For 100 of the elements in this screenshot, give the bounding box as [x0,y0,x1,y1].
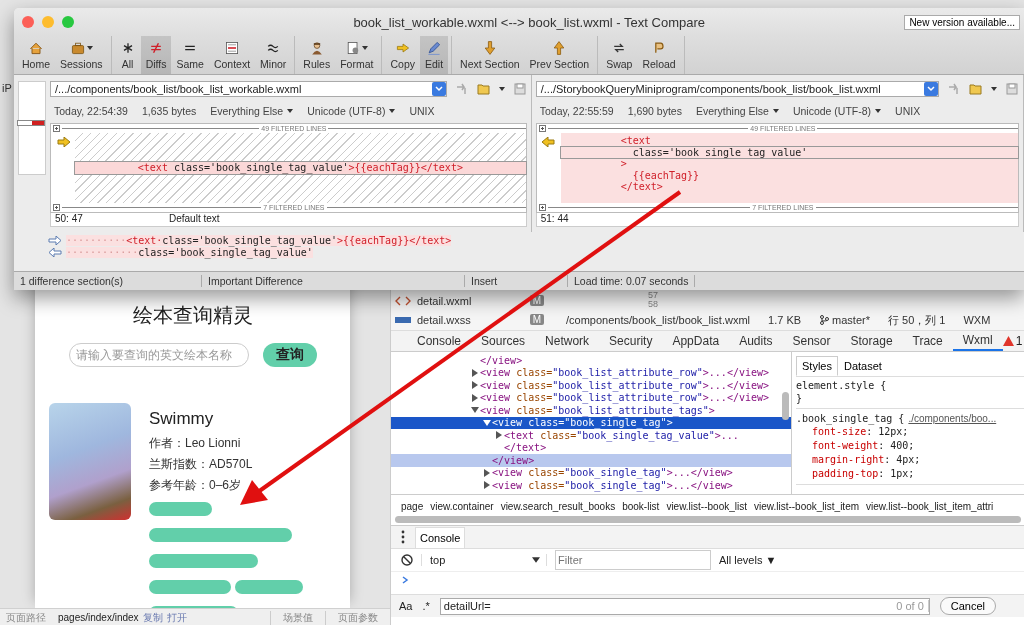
warning-icon[interactable] [1002,336,1014,346]
dropdown-icon[interactable] [924,82,938,96]
dom-tree-row[interactable]: <view class="book_single_tag"> [391,416,791,429]
css-declaration[interactable]: font-size: 12px; [796,425,1024,439]
code-brackets-icon [395,295,411,306]
css-declaration[interactable]: font-weight: 400; [796,439,1024,453]
folder-icon[interactable] [969,82,983,96]
expanded-triangle-icon[interactable] [483,418,491,427]
breadcrumb-item[interactable]: book-list [622,501,660,512]
toolbar-button[interactable]: Prev Section [524,36,595,74]
toolbar-button[interactable]: Minor [255,36,292,74]
collapsed-triangle-icon[interactable] [471,368,479,377]
collapsed-triangle-icon[interactable] [471,393,479,402]
format-dropdown[interactable]: Everything Else [210,105,294,117]
footer-link[interactable]: 复制 [142,610,163,625]
toolbar-button[interactable]: Sessions [55,36,108,74]
encoding-dropdown[interactable]: Unicode (UTF-8) [792,105,882,117]
dom-tree-row[interactable]: </text> [391,441,791,454]
clear-icon[interactable] [401,554,413,566]
source-link[interactable]: ./components/boo... [908,413,997,424]
more-icon[interactable] [401,530,405,544]
dom-tree-row[interactable]: <view class="book_single_tag">...</view> [391,466,791,479]
console-tab[interactable]: Console [415,526,466,548]
cancel-button[interactable]: Cancel [939,597,997,615]
expand-icon[interactable] [538,125,546,132]
warning-count[interactable]: 1 [1015,334,1023,348]
css-declaration[interactable]: padding-top: 1px; [796,467,1024,481]
toolbar-button[interactable]: Diffs [140,36,172,74]
dropdown-icon[interactable] [431,82,446,96]
devtools-tab[interactable]: Storage [840,331,903,351]
breadcrumb-item[interactable]: view.list--book_list_item_attri [866,501,994,512]
dom-tree-row[interactable]: <view class="book_list_attribute_tags"> [391,404,791,417]
toolbar-button[interactable]: Home [17,36,55,74]
breadcrumb-item[interactable]: view.list--book_list_item [754,501,860,512]
devtools-tab[interactable]: Audits [729,331,783,351]
dom-tree-row[interactable]: <text class="book_single_tag_value">... [391,429,791,442]
dom-tree-row[interactable]: </view> [391,454,791,467]
breadcrumb-item[interactable]: page [401,501,424,512]
filter-field[interactable]: Filter [555,550,711,570]
devtools-tab[interactable]: Sources [471,331,536,351]
file-type-icon [395,314,411,325]
format-dropdown[interactable]: Everything Else [695,105,779,117]
devtools-tab[interactable]: Trace [902,331,953,351]
tag-pill [149,502,212,516]
dom-tree-row[interactable]: <view class="book_single_tag">...</view> [391,479,791,492]
update-button[interactable]: New version available... [904,14,1020,30]
search-button[interactable]: 查询 [262,343,317,367]
scrollbar-thumb[interactable] [782,392,789,420]
match-case-toggle[interactable]: Aa [399,600,413,612]
file-name[interactable]: detail.wxml [417,294,472,307]
encoding-dropdown[interactable]: Unicode (UTF-8) [307,105,396,117]
devtools-tab[interactable]: Console [407,331,472,351]
expand-icon[interactable] [53,125,60,132]
expanded-triangle-icon[interactable] [471,406,479,415]
file-path-field[interactable]: /.../components/book_list/book_list_workable.wxml [50,81,447,97]
breadcrumb-item[interactable]: view.container [430,501,494,512]
styles-tab[interactable]: Dataset [837,356,888,376]
caret-icon [875,109,882,113]
dom-tree-row[interactable]: </view> [391,354,791,367]
toolbar-button[interactable]: Reload [637,36,681,74]
expand-icon[interactable] [538,204,546,211]
collapsed-triangle-icon[interactable] [483,481,491,490]
file-path-field[interactable]: /.../StorybookQueryMiniprogram/components/book_list/book_list.wxml [535,81,939,97]
toolbar-button[interactable]: Edit [419,36,449,74]
levels-dropdown[interactable]: All levels ▼ [719,554,777,566]
toolbar-button[interactable]: Next Section [455,36,525,74]
breadcrumb-item[interactable]: view.search_result_books [500,501,616,512]
devtools-tab[interactable]: Network [535,331,600,351]
toolbar-button[interactable]: Swap [601,36,638,74]
dom-tree-row[interactable]: <view class="book_list_attribute_row">...</view> [391,379,791,392]
search-field[interactable]: 请输入要查询的英文绘本名称 [68,343,249,367]
collapsed-triangle-icon[interactable] [471,381,479,390]
dom-tree-row[interactable]: <view class="book_list_attribute_row">...</view> [391,366,791,379]
devtools-tab[interactable]: Sensor [782,331,841,351]
dom-tree-row[interactable]: <view class="book_list_attribute_row">...</view> [391,391,791,404]
collapsed-triangle-icon[interactable] [483,468,491,477]
toolbar-button[interactable]: Context [208,36,256,74]
css-declaration[interactable]: margin-right: 4px; [796,453,1024,467]
caret-icon[interactable] [532,557,540,563]
toolbar-button[interactable]: Copy [385,36,420,74]
devtools-tab[interactable]: AppData [662,331,730,351]
toolbar-button[interactable]: Rules [298,36,336,74]
search-field[interactable]: detailUrl= 0 of 0 [439,597,930,615]
styles-tab[interactable]: Styles [796,356,838,376]
regex-toggle[interactable]: .* [422,600,430,612]
footer-link[interactable]: 打开 [166,610,187,625]
breadcrumb-item[interactable]: view.list--book_list [666,501,747,512]
toolbar-button[interactable]: Same [171,36,209,74]
overview-map[interactable] [18,81,46,175]
expand-icon[interactable] [53,204,60,211]
toolbar-button[interactable]: Format [335,36,379,74]
devtools-tab[interactable]: Wxml [952,331,1003,351]
branch-name[interactable]: master* [832,314,870,326]
context-dropdown[interactable]: top [421,554,547,566]
scrollbar-thumb[interactable] [395,516,1021,523]
file-name[interactable]: detail.wxss [417,313,471,326]
devtools-tab[interactable]: Security [599,331,663,351]
toolbar-button[interactable]: All [114,36,141,74]
collapsed-triangle-icon[interactable] [495,431,503,440]
code-line: <text [619,135,652,147]
